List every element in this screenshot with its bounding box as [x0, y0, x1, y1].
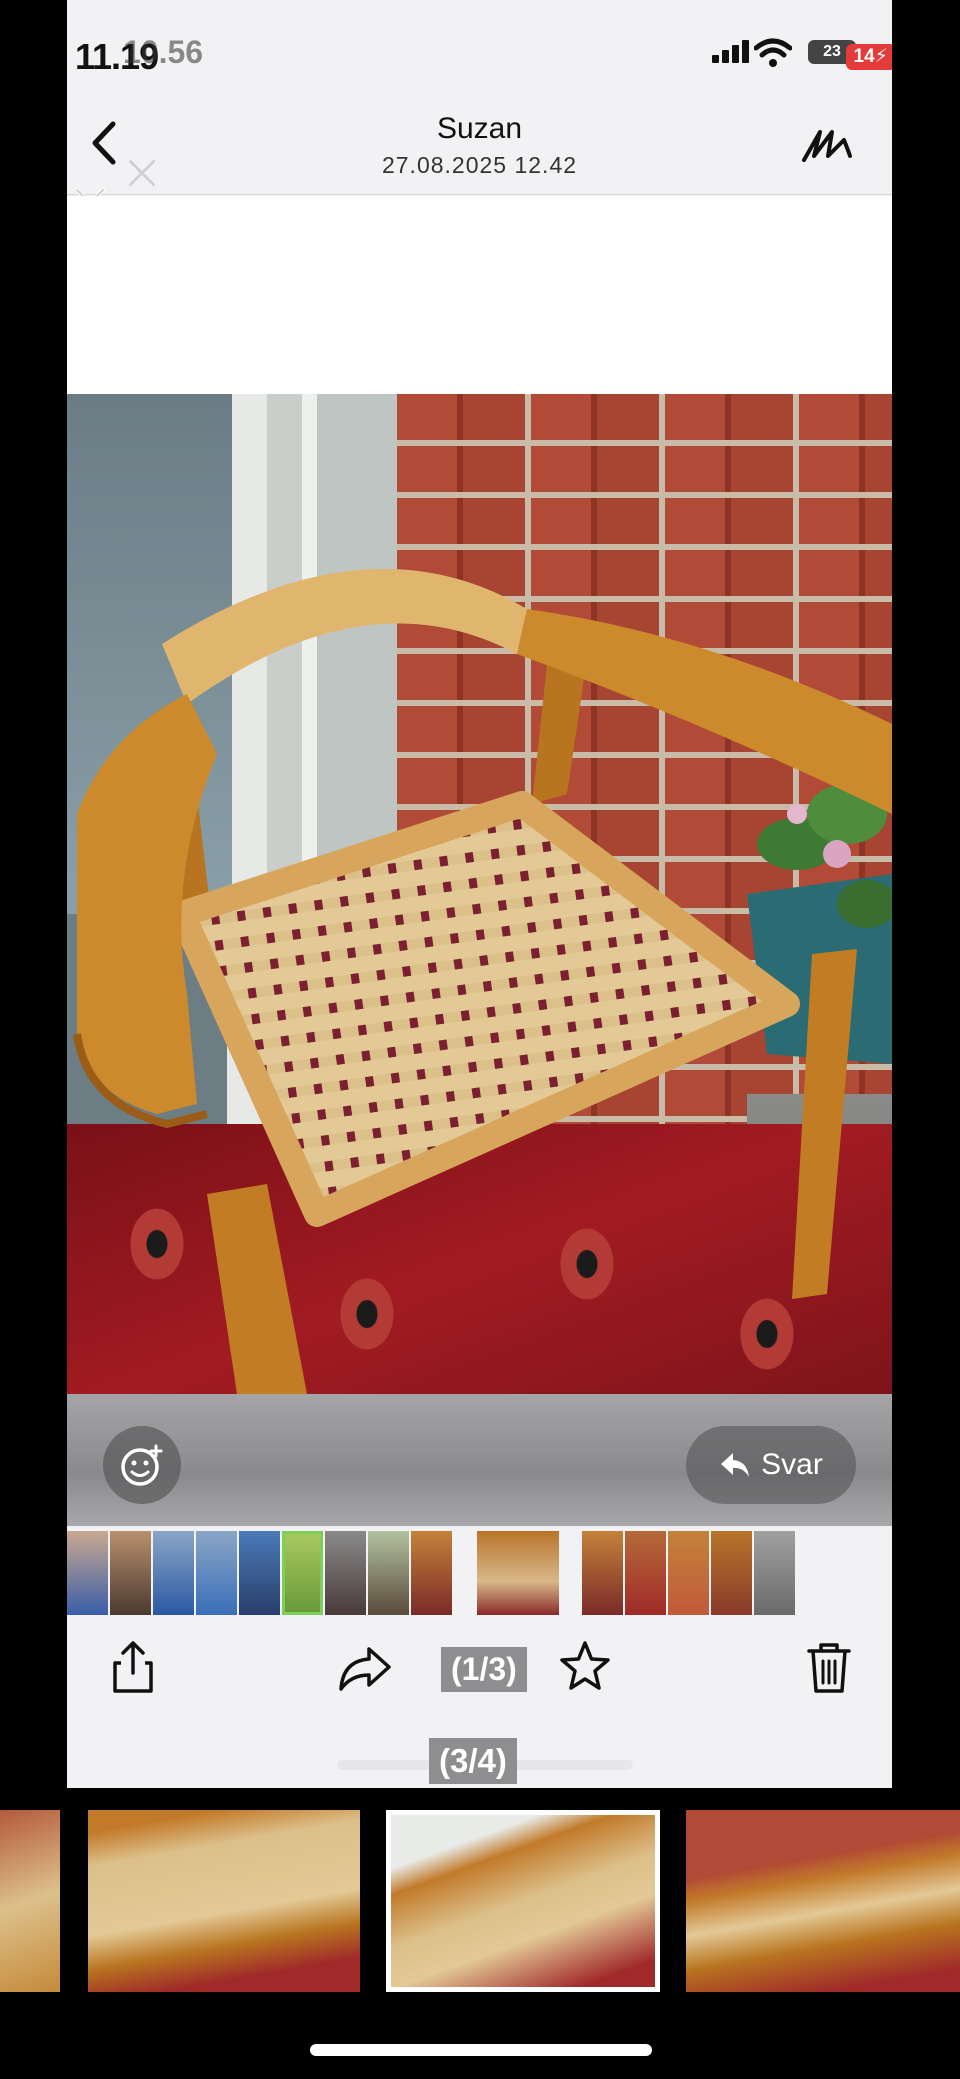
thumbnail[interactable]	[625, 1531, 666, 1615]
thumbnail[interactable]	[88, 1810, 360, 1992]
thumbnail[interactable]	[325, 1531, 366, 1615]
inner-screenshot: 11.19 10.56 23 14⚡ Suzan 27.08.2025 12.4…	[67, 0, 892, 1788]
share-icon[interactable]	[103, 1637, 163, 1697]
battery-low-indicator: 14⚡	[845, 44, 892, 70]
reply-label: Svar	[761, 1448, 823, 1481]
thumbnail[interactable]	[686, 1810, 960, 1992]
message-timestamp: 27.08.2025 12.42	[381, 152, 578, 178]
thumbnail[interactable]	[196, 1531, 237, 1615]
thumbnail-strip	[67, 1527, 892, 1617]
thumbnail-selected[interactable]	[386, 1810, 660, 1992]
photo-toolbar: (1/3)	[67, 1617, 892, 1737]
thumbnail[interactable]	[668, 1531, 709, 1615]
status-time-overlay: 10.56	[123, 34, 204, 70]
charging-bolt-icon: ⚡	[874, 46, 888, 67]
status-bar: 11.19 10.56 23 14⚡	[67, 0, 892, 100]
thumbnail[interactable]	[239, 1531, 280, 1615]
thumbnail[interactable]	[282, 1531, 323, 1615]
forward-icon[interactable]	[335, 1637, 395, 1697]
battery-low-value: 14	[853, 46, 875, 67]
thumbnail[interactable]	[582, 1531, 623, 1615]
reply-bar: Svar	[67, 1394, 892, 1526]
home-indicator	[310, 2044, 652, 2056]
wifi-icon	[754, 38, 792, 67]
thumbnail-selected[interactable]	[477, 1531, 559, 1615]
contact-name: Suzan	[436, 112, 523, 145]
markup-pen-icon[interactable]	[800, 122, 854, 170]
image-counter-outer: (3/4)	[429, 1738, 517, 1784]
thumbnail[interactable]	[153, 1531, 194, 1615]
thumbnail[interactable]	[0, 1810, 60, 1992]
close-icon[interactable]	[125, 156, 159, 190]
thumbnail[interactable]	[67, 1531, 108, 1615]
thumbnail[interactable]	[368, 1531, 409, 1615]
message-background	[67, 196, 892, 394]
outer-thumbnail-strip	[0, 1808, 960, 1998]
message-photo[interactable]	[67, 394, 892, 1394]
signal-icon	[712, 40, 752, 63]
image-counter: (1/3)	[441, 1647, 527, 1692]
emoji-add-icon	[121, 1444, 163, 1486]
star-icon[interactable]	[555, 1637, 615, 1697]
emoji-reaction-button[interactable]	[103, 1426, 181, 1504]
rattan-chair	[73, 568, 892, 1394]
reply-button[interactable]: Svar	[686, 1426, 856, 1504]
reply-arrow-icon	[721, 1453, 750, 1477]
thumbnail[interactable]	[711, 1531, 752, 1615]
thumbnail[interactable]	[411, 1531, 452, 1615]
thumbnail[interactable]	[754, 1531, 795, 1615]
message-header: Suzan 27.08.2025 12.42	[67, 100, 892, 195]
trash-icon[interactable]	[799, 1637, 859, 1697]
thumbnail[interactable]	[110, 1531, 151, 1615]
screen: 11.19 10.56 23 14⚡ Suzan 27.08.2025 12.4…	[0, 0, 960, 2079]
